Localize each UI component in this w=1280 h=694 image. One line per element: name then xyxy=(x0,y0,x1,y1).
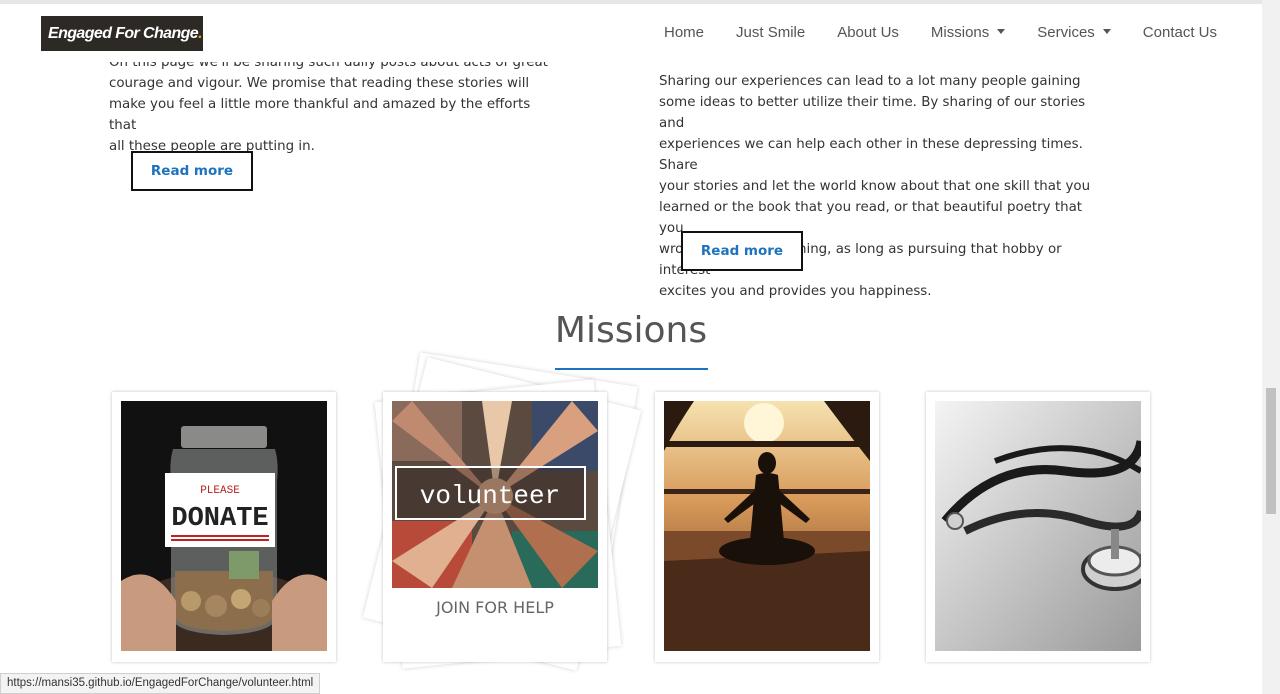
stethoscope-image xyxy=(935,401,1141,651)
nav-menu: Home Just Smile About Us Missions Servic… xyxy=(648,18,1233,48)
status-bar-url: https://mansi35.github.io/EngagedForChan… xyxy=(0,673,321,694)
donate-jar-image: PLEASE DONATE xyxy=(121,401,327,651)
brand-logo[interactable]: Engaged For Change. xyxy=(41,16,203,51)
nav-item-label: Home xyxy=(664,24,705,41)
text-line: your stories and let the world know abou… xyxy=(659,179,1091,194)
scrollbar-thumb[interactable] xyxy=(1266,388,1276,514)
section-title-missions: Missions xyxy=(554,310,708,351)
volunteer-image: volunteer xyxy=(392,401,598,588)
nav-item-contact-us[interactable]: Contact Us xyxy=(1127,18,1233,48)
text-line: make you feel a little more thankful and… xyxy=(109,97,531,133)
brand-name: Engaged For Change xyxy=(48,25,199,42)
text-line: Sharing our experiences can lead to a lo… xyxy=(659,74,1081,89)
text-line: some ideas to better utilize their time.… xyxy=(659,95,1086,131)
mission-card-donate[interactable]: PLEASE DONATE xyxy=(112,392,336,662)
nav-item-label: Services xyxy=(1037,24,1095,41)
title-underline xyxy=(555,368,708,370)
nav-item-about-us[interactable]: About Us xyxy=(821,18,915,48)
nav-item-label: About Us xyxy=(837,24,899,41)
nav-item-just-smile[interactable]: Just Smile xyxy=(720,18,821,48)
read-more-button[interactable]: Read more xyxy=(681,231,803,271)
text-line: excites you and provides you happiness. xyxy=(659,284,932,299)
nav-item-label: Just Smile xyxy=(736,24,806,41)
mission-card-volunteer[interactable]: volunteer JOIN FOR HELP xyxy=(383,392,607,662)
image-text-please: PLEASE xyxy=(200,485,240,497)
nav-item-missions[interactable]: Missions xyxy=(915,18,1021,48)
brand-dot: . xyxy=(198,25,202,42)
caret-down-icon xyxy=(997,29,1006,34)
page-scrollbar[interactable] xyxy=(1262,0,1280,694)
navbar: Engaged For Change. Home Just Smile Abou… xyxy=(0,4,1262,62)
text-line: experiences we can help each other in th… xyxy=(659,137,1083,173)
nav-item-home[interactable]: Home xyxy=(648,18,720,48)
image-text-volunteer: volunteer xyxy=(420,481,560,511)
read-more-button[interactable]: Read more xyxy=(131,151,253,191)
card-caption-join-for-help: JOIN FOR HELP xyxy=(436,598,554,617)
story-text-left: On this page we'll be sharing such daily… xyxy=(109,60,549,157)
text-line: courage and vigour. We promise that read… xyxy=(109,76,530,91)
nav-item-services[interactable]: Services xyxy=(1021,18,1127,48)
mission-card-health[interactable] xyxy=(926,392,1150,662)
yoga-image xyxy=(664,401,870,651)
image-text-donate: DONATE xyxy=(171,504,268,534)
nav-item-label: Contact Us xyxy=(1142,24,1217,41)
nav-item-label: Missions xyxy=(930,24,990,41)
caret-down-icon xyxy=(1102,29,1111,34)
mission-card-yoga[interactable] xyxy=(655,392,879,662)
